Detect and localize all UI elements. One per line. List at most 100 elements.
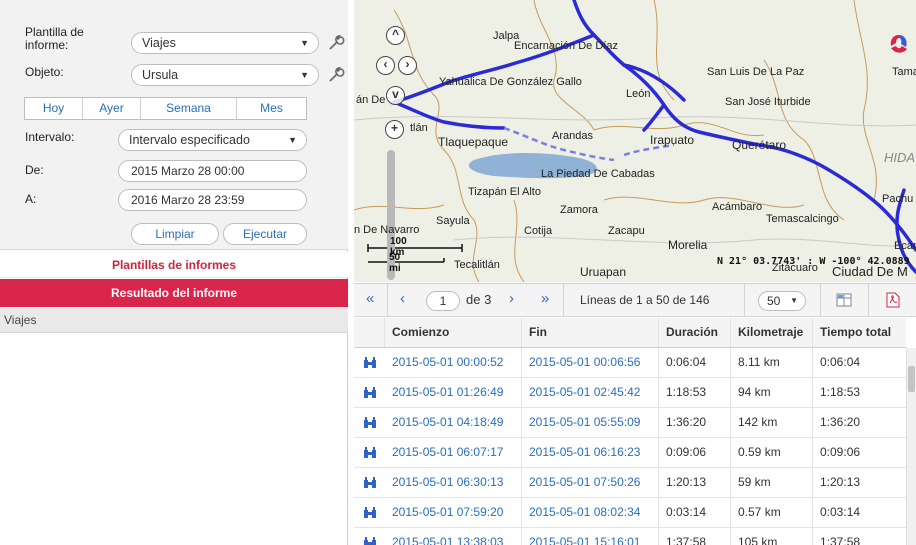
to-label: A: <box>25 192 37 206</box>
from-date-input[interactable]: 2015 Marzo 28 00:00 <box>118 160 307 182</box>
cell-end[interactable]: 2015-05-01 02:45:42 <box>522 378 659 407</box>
cell-start[interactable]: 2015-05-01 04:18:49 <box>385 408 522 437</box>
run-button[interactable]: Ejecutar <box>223 223 307 245</box>
rows-per-page-select[interactable]: 50 ▼ <box>758 291 806 311</box>
pan-left-button[interactable]: ‹ <box>376 56 395 75</box>
table-row[interactable]: 2015-05-01 01:26:49 2015-05-01 02:45:42 … <box>354 378 906 408</box>
pan-right-button[interactable]: › <box>398 56 417 75</box>
report-result-header[interactable]: Resultado del informe <box>0 279 348 307</box>
clear-button[interactable]: Limpiar <box>131 223 219 245</box>
cell-end[interactable]: 2015-05-01 05:55:09 <box>522 408 659 437</box>
last-page-button[interactable]: » <box>541 290 549 307</box>
wrench-icon[interactable] <box>326 33 346 53</box>
divider <box>563 284 564 317</box>
map-label: Cotija <box>524 225 553 237</box>
map-label: Uruapan <box>580 265 627 279</box>
table-row[interactable]: 2015-05-01 06:30:13 2015-05-01 07:50:26 … <box>354 468 906 498</box>
prev-page-button[interactable]: ‹ <box>400 290 405 307</box>
object-select[interactable]: Ursula ▼ <box>131 64 319 86</box>
brand-logo-icon <box>890 35 907 53</box>
map-view[interactable]: Jalpa Encarnación De Díaz San Luis De La… <box>354 0 916 282</box>
period-month-button[interactable]: Mes <box>237 98 306 119</box>
table-row[interactable]: 2015-05-01 00:00:52 2015-05-01 00:06:56 … <box>354 348 906 378</box>
map-label: Arandas <box>552 130 593 142</box>
period-today-button[interactable]: Hoy <box>25 98 83 119</box>
period-yesterday-button[interactable]: Ayer <box>83 98 141 119</box>
interval-select-value: Intervalo especificado <box>129 133 250 147</box>
period-selector: Hoy Ayer Semana Mes <box>24 97 307 120</box>
first-page-button[interactable]: « <box>366 290 374 307</box>
cell-start[interactable]: 2015-05-01 06:30:13 <box>385 468 522 497</box>
cell-start[interactable]: 2015-05-01 07:59:20 <box>385 498 522 527</box>
column-header-duration[interactable]: Duración <box>659 318 731 347</box>
divider <box>868 284 869 317</box>
chevron-down-icon: ▼ <box>288 135 297 145</box>
table-row[interactable]: 2015-05-01 04:18:49 2015-05-01 05:55:09 … <box>354 408 906 438</box>
result-item-viajes[interactable]: Viajes <box>0 308 348 333</box>
scrollbar-thumb[interactable] <box>908 366 915 392</box>
report-templates-header[interactable]: Plantillas de informes <box>0 252 348 278</box>
binoculars-icon[interactable] <box>362 507 378 519</box>
table-row[interactable]: 2015-05-01 13:38:03 2015-05-01 15:16:01 … <box>354 528 906 545</box>
interval-select[interactable]: Intervalo especificado ▼ <box>118 129 307 151</box>
cell-end[interactable]: 2015-05-01 08:02:34 <box>522 498 659 527</box>
cell-end[interactable]: 2015-05-01 15:16:01 <box>522 528 659 545</box>
column-header-mileage[interactable]: Kilometraje <box>731 318 813 347</box>
cell-start[interactable]: 2015-05-01 00:00:52 <box>385 348 522 377</box>
pan-down-button[interactable]: v <box>386 86 405 105</box>
scale-bar <box>367 244 463 263</box>
cell-duration: 0:03:14 <box>659 498 731 527</box>
object-select-value: Ursula <box>142 68 179 82</box>
cell-start[interactable]: 2015-05-01 06:07:17 <box>385 438 522 467</box>
binoculars-icon[interactable] <box>362 537 378 545</box>
cell-end[interactable]: 2015-05-01 06:16:23 <box>522 438 659 467</box>
page-number-input[interactable]: 1 <box>426 291 460 311</box>
cell-duration: 1:37:58 <box>659 528 731 545</box>
cell-mileage: 105 km <box>731 528 813 545</box>
template-select[interactable]: Viajes ▼ <box>131 32 319 54</box>
export-pdf-icon[interactable] <box>886 292 900 308</box>
cell-total-time: 0:03:14 <box>820 505 861 519</box>
cell-duration: 0:06:04 <box>659 348 731 377</box>
object-label: Objeto: <box>25 65 64 79</box>
column-header-start[interactable]: Comienzo <box>385 318 522 347</box>
lines-info: Líneas de 1 a 50 de 146 <box>580 293 710 307</box>
cell-total-time: 1:36:20 <box>820 415 861 429</box>
chevron-down-icon: ▼ <box>300 70 309 80</box>
cell-end[interactable]: 2015-05-01 00:06:56 <box>522 348 659 377</box>
pan-up-button[interactable]: ^ <box>386 26 405 45</box>
from-label: De: <box>25 163 44 177</box>
cell-duration: 1:18:53 <box>659 378 731 407</box>
rows-per-page-value: 50 <box>767 294 781 308</box>
binoculars-icon[interactable] <box>362 387 378 399</box>
coordinates-readout: N 21° 03.7743' : W -100° 42.0889 <box>717 256 910 267</box>
binoculars-icon[interactable] <box>362 417 378 429</box>
binoculars-icon[interactable] <box>362 357 378 369</box>
cell-total-time: 1:18:53 <box>820 385 861 399</box>
map-label: León <box>626 88 651 100</box>
cell-start[interactable]: 2015-05-01 13:38:03 <box>385 528 522 545</box>
column-header-total-time[interactable]: Tiempo total <box>813 318 906 347</box>
total-pages-label: de 3 <box>466 292 492 307</box>
period-week-button[interactable]: Semana <box>141 98 237 119</box>
table-scrollbar[interactable] <box>906 348 916 545</box>
export-excel-icon[interactable] <box>836 293 852 307</box>
chevron-down-icon: ▼ <box>790 296 798 305</box>
column-header-end[interactable]: Fin <box>522 318 659 347</box>
icon-column-header <box>354 318 385 347</box>
binoculars-icon[interactable] <box>362 477 378 489</box>
map-label: San José Iturbide <box>725 96 811 108</box>
table-row[interactable]: 2015-05-01 07:59:20 2015-05-01 08:02:34 … <box>354 498 906 528</box>
table-row[interactable]: 2015-05-01 06:07:17 2015-05-01 06:16:23 … <box>354 438 906 468</box>
zoom-in-button[interactable]: + <box>385 120 404 139</box>
to-date-input[interactable]: 2016 Marzo 28 23:59 <box>118 189 307 211</box>
cell-mileage: 142 km <box>731 408 813 437</box>
map-label: Zamora <box>560 204 598 216</box>
binoculars-icon[interactable] <box>362 447 378 459</box>
next-page-button[interactable]: › <box>509 290 514 307</box>
map-label: Yahualica De González Gallo <box>439 76 582 88</box>
report-form: Plantilla de informe: Viajes ▼ Objeto: U… <box>0 0 348 250</box>
cell-start[interactable]: 2015-05-01 01:26:49 <box>385 378 522 407</box>
cell-end[interactable]: 2015-05-01 07:50:26 <box>522 468 659 497</box>
wrench-icon[interactable] <box>326 65 346 85</box>
